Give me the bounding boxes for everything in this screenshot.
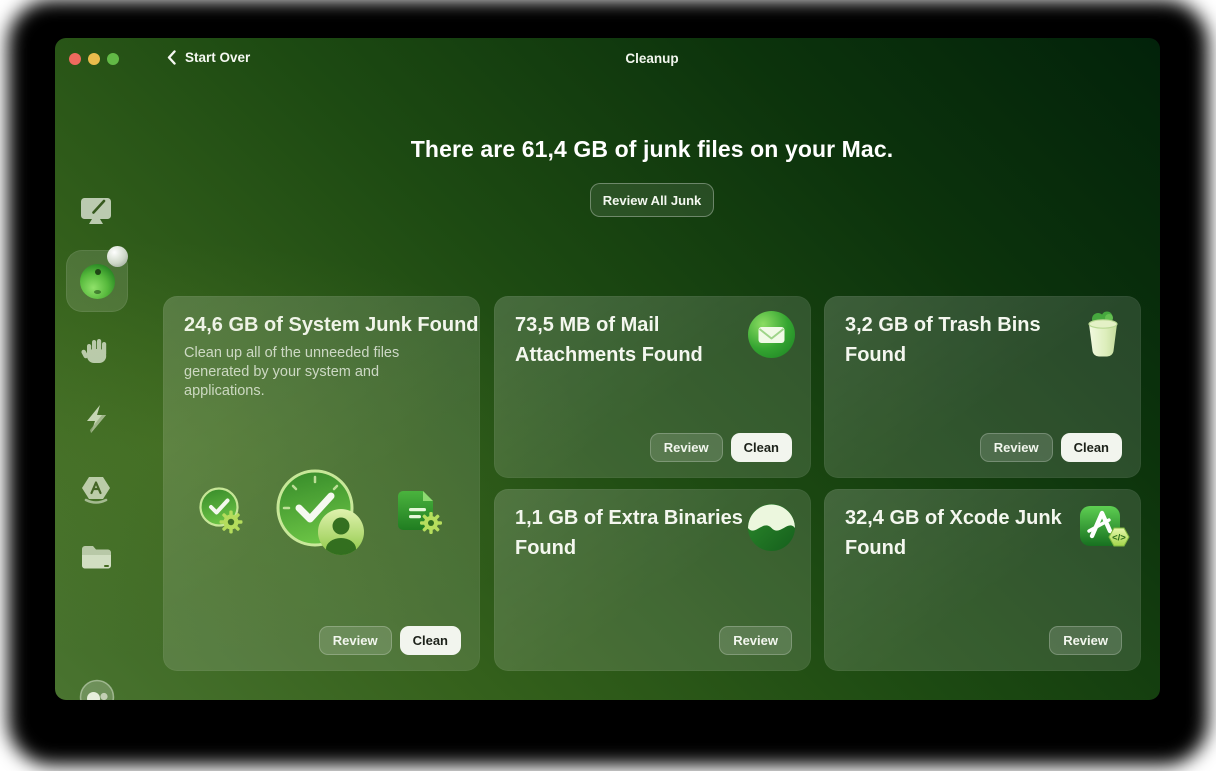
zoom-window-button[interactable] bbox=[107, 53, 119, 65]
card-description: Clean up all of the unneeded files gener… bbox=[184, 345, 400, 399]
clean-button[interactable]: Clean bbox=[1060, 433, 1122, 462]
mail-icon bbox=[748, 311, 795, 358]
card-title: 73,5 MB of Mail Attachments Found bbox=[515, 314, 703, 366]
folder-icon bbox=[82, 546, 111, 569]
svg-text:</>: </> bbox=[1112, 533, 1126, 544]
review-button[interactable]: Review bbox=[649, 433, 723, 462]
binaries-icon bbox=[748, 504, 795, 551]
app-store-icon bbox=[82, 477, 110, 504]
trash-bin-icon bbox=[1088, 311, 1118, 357]
lightning-icon bbox=[87, 405, 106, 433]
system-junk-illustration bbox=[199, 469, 442, 555]
review-button[interactable]: Review bbox=[719, 626, 792, 655]
sidebar-item-smart-care[interactable] bbox=[78, 192, 114, 228]
sidebar-item-performance[interactable] bbox=[79, 402, 113, 436]
card-title: 24,6 GB of System Junk Found bbox=[184, 314, 479, 336]
review-button[interactable]: Review bbox=[979, 433, 1053, 462]
page-headline: There are 61,4 GB of junk files on your … bbox=[410, 136, 894, 162]
clock-user-icon bbox=[276, 469, 364, 555]
xcode-icon: </> bbox=[1080, 506, 1130, 547]
card-title: 3,2 GB of Trash Bins Found bbox=[845, 314, 1041, 366]
sidebar-assistant-button[interactable] bbox=[79, 679, 115, 700]
sidebar-item-cleanup[interactable] bbox=[66, 246, 128, 312]
notification-badge bbox=[107, 246, 128, 267]
close-window-button[interactable] bbox=[69, 53, 81, 65]
minimize-window-button[interactable] bbox=[88, 53, 100, 65]
card-system-junk: 24,6 GB of System Junk Found Clean up al… bbox=[163, 296, 480, 671]
sidebar-item-protection[interactable] bbox=[79, 334, 113, 368]
window-title: Cleanup bbox=[625, 51, 679, 66]
clock-gear-icon bbox=[199, 487, 243, 534]
card-title: 1,1 GB of Extra Binaries Found bbox=[515, 507, 743, 559]
clean-button[interactable]: Clean bbox=[730, 433, 792, 462]
card-trash-bins: 3,2 GB of Trash Bins Found Review Clean bbox=[824, 296, 1141, 478]
screenshot-canvas: Start Over Cleanup There are 61,4 GB of … bbox=[0, 0, 1216, 771]
hand-icon bbox=[81, 339, 107, 363]
card-xcode-junk: 32,4 GB of Xcode Junk Found </> Review bbox=[824, 489, 1141, 671]
traffic-lights bbox=[69, 53, 119, 65]
imac-cleaner-icon bbox=[81, 198, 111, 224]
assistant-avatar-icon bbox=[79, 679, 115, 700]
sidebar-item-applications[interactable] bbox=[78, 470, 114, 506]
card-title: 32,4 GB of Xcode Junk Found bbox=[845, 507, 1062, 559]
card-mail-attachments: 73,5 MB of Mail Attachments Found Review… bbox=[494, 296, 811, 478]
app-window: Start Over Cleanup There are 61,4 GB of … bbox=[55, 38, 1160, 700]
document-gear-icon bbox=[398, 491, 442, 534]
titlebar: Start Over Cleanup bbox=[55, 38, 1160, 82]
review-all-junk-button[interactable]: Review All Junk bbox=[590, 183, 714, 217]
clean-button[interactable]: Clean bbox=[399, 626, 461, 655]
sidebar-item-files[interactable] bbox=[78, 539, 114, 575]
review-button[interactable]: Review bbox=[1049, 626, 1122, 655]
card-extra-binaries: 1,1 GB of Extra Binaries Found Review bbox=[494, 489, 811, 671]
review-button[interactable]: Review bbox=[318, 626, 392, 655]
cleanup-sphere-icon bbox=[79, 263, 115, 299]
